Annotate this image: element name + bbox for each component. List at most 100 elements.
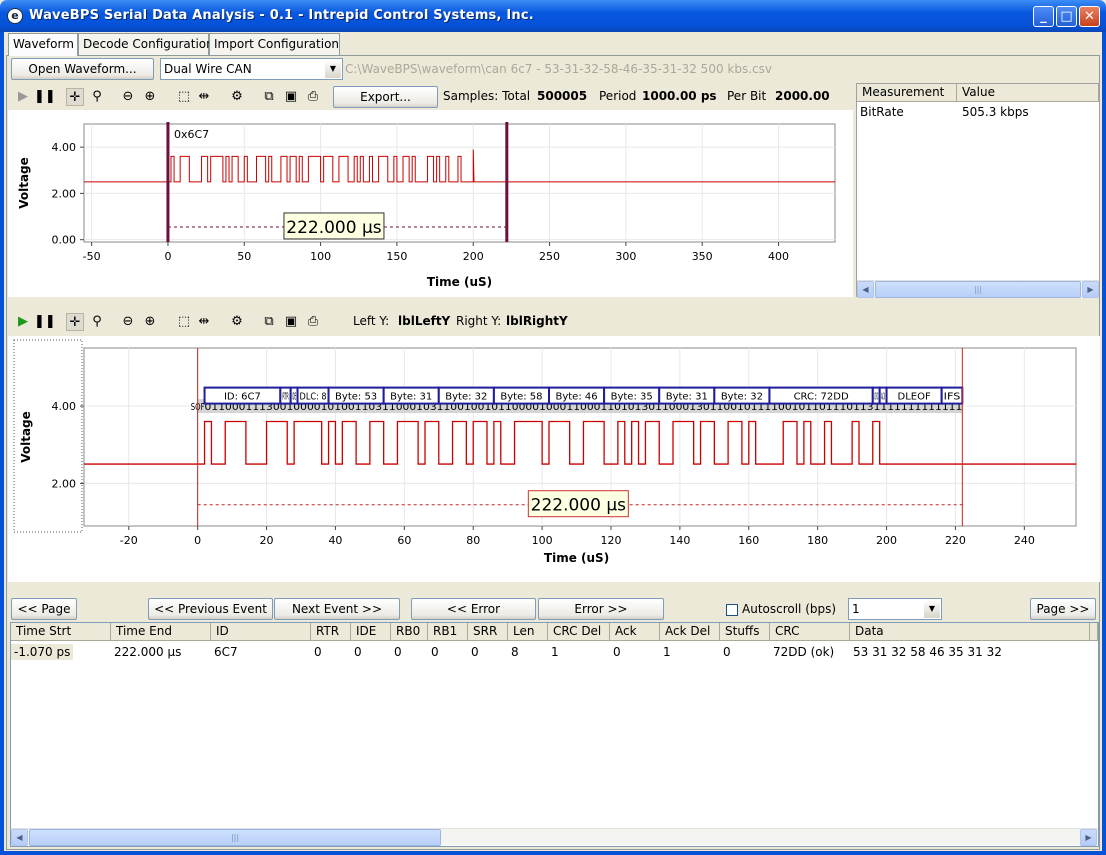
print-icon[interactable]: ⎙: [304, 313, 322, 331]
y-tick-label: 2.00: [52, 187, 77, 200]
scroll-left-icon[interactable]: ◀: [11, 829, 28, 846]
tab-waveform[interactable]: Waveform: [8, 33, 78, 56]
page-prev-button[interactable]: << Page: [11, 598, 77, 620]
column-header[interactable]: RB0: [391, 623, 428, 641]
page-next-button[interactable]: Page >>: [1030, 598, 1096, 620]
column-header[interactable]: CRC Del: [548, 623, 610, 641]
x-tick-label: 50: [237, 250, 251, 263]
properties-icon[interactable]: ⚙: [228, 88, 246, 106]
copy-icon[interactable]: ⧉: [260, 313, 278, 331]
tab-import-configuration[interactable]: Import Configuration: [209, 33, 340, 55]
period-value: 1000.00 ps: [642, 89, 717, 103]
zoom-in-icon[interactable]: ⊕: [141, 313, 159, 331]
column-header[interactable]: Data: [850, 623, 1090, 641]
x-tick-label: 80: [466, 534, 480, 547]
scroll-left-icon[interactable]: ◀: [857, 281, 874, 298]
autoscroll-select-value: 1: [852, 602, 860, 616]
minimize-button[interactable]: _: [1033, 6, 1054, 27]
save-icon[interactable]: ▣: [282, 313, 300, 331]
pause-icon[interactable]: ❚❚: [34, 313, 56, 331]
column-header[interactable]: Time End: [111, 623, 211, 641]
select-box-icon[interactable]: ⬚: [175, 88, 193, 106]
table-cell: 6C7: [214, 645, 238, 659]
error-prev-button[interactable]: << Error: [411, 598, 536, 620]
overview-chart-svg[interactable]: -50 0 50 100 150 200 250 300 350 400 0.00 2.00 4.00 V…: [8, 110, 853, 297]
table-cell: 0: [431, 645, 439, 659]
prev-event-button[interactable]: << Previous Event: [148, 598, 273, 620]
scroll-right-icon[interactable]: ▶: [1080, 829, 1097, 846]
scroll-thumb[interactable]: |||: [875, 281, 1081, 298]
error-next-button[interactable]: Error >>: [538, 598, 664, 620]
scroll-thumb[interactable]: |||: [29, 829, 441, 846]
table-cell: 0: [354, 645, 362, 659]
zoom-region-icon[interactable]: ⚲: [88, 88, 106, 106]
table-row[interactable]: -1.070 ps 222.000 µs 6C7 0 0 0 0 0 8 1 0 1 0 72DD (ok…: [11, 643, 1098, 661]
pause-icon[interactable]: ❚❚: [34, 88, 56, 106]
zoom-in-icon[interactable]: ⊕: [141, 88, 159, 106]
protocol-select[interactable]: Dual Wire CAN ▼: [160, 58, 343, 80]
pan-icon[interactable]: ✛: [66, 88, 84, 106]
measurement-header[interactable]: Measurement: [857, 84, 957, 102]
column-header[interactable]: CRC: [770, 623, 850, 641]
open-waveform-button[interactable]: Open Waveform...: [11, 58, 154, 80]
cursor-icon[interactable]: ⇹: [195, 88, 213, 106]
x-tick-label: 400: [768, 250, 789, 263]
tab-decode-configuration[interactable]: Decode Configuration: [78, 33, 214, 55]
pan-icon[interactable]: ✛: [66, 313, 84, 331]
overview-chart[interactable]: -50 0 50 100 150 200 250 300 350 400 0.00 2.00 4.00 V…: [8, 110, 853, 297]
protocol-select-value: Dual Wire CAN: [164, 62, 252, 76]
x-tick-label: 200: [876, 534, 897, 547]
scroll-right-icon[interactable]: ▶: [1082, 281, 1099, 298]
chevron-down-icon[interactable]: ▼: [325, 60, 341, 78]
column-header[interactable]: Time Strt: [11, 623, 111, 641]
value-header[interactable]: Value: [957, 84, 1099, 102]
autoscroll-checkbox[interactable]: Autoscroll (bps): [726, 602, 836, 616]
samples-label: Samples: Total: [443, 89, 531, 103]
zoom-out-icon[interactable]: ⊖: [119, 88, 137, 106]
table-cell: 1: [663, 645, 671, 659]
column-header[interactable]: Stuffs: [720, 623, 770, 641]
play-icon[interactable]: ▶: [14, 313, 32, 331]
copy-icon[interactable]: ⧉: [260, 88, 278, 106]
close-button[interactable]: ✕: [1079, 6, 1100, 27]
chevron-down-icon[interactable]: ▼: [924, 600, 940, 618]
properties-icon[interactable]: ⚙: [228, 313, 246, 331]
righty-value: lblRightY: [506, 314, 568, 328]
column-header[interactable]: Ack: [610, 623, 660, 641]
maximize-button[interactable]: □: [1056, 6, 1077, 27]
print-icon[interactable]: ⎙: [304, 88, 322, 106]
y-axis-title: Voltage: [17, 157, 31, 209]
column-header[interactable]: Len: [508, 623, 548, 641]
events-scrollbar[interactable]: ◀ ||| ▶: [11, 828, 1098, 846]
export-button[interactable]: Export...: [333, 86, 438, 108]
next-event-button[interactable]: Next Event >>: [274, 598, 400, 620]
decode-chart[interactable]: -20 0 20 40 60 80 100 120 140 160 180 200 220 240 2.00…: [8, 336, 1100, 582]
table-cell: 53 31 32 58 46 35 31 32: [853, 645, 1002, 659]
measurements-scrollbar[interactable]: ◀ ||| ▶: [857, 280, 1099, 298]
zoom-region-icon[interactable]: ⚲: [88, 313, 106, 331]
zoom-out-icon[interactable]: ⊖: [119, 313, 137, 331]
decode-field-label: RTR: [282, 392, 288, 403]
cursor-icon[interactable]: ⇹: [195, 313, 213, 331]
column-header[interactable]: IDE: [351, 623, 391, 641]
measurement-value: 505.3 kbps: [962, 105, 1029, 119]
x-tick-label: 150: [386, 250, 407, 263]
decode-field-label: IFS: [944, 392, 961, 403]
play-icon[interactable]: ▶: [14, 88, 32, 106]
column-header[interactable]: SRR: [468, 623, 508, 641]
column-header[interactable]: RB1: [428, 623, 468, 641]
decode-chart-svg[interactable]: -20 0 20 40 60 80 100 120 140 160 180 200 220 240 2.00…: [8, 336, 1100, 582]
column-header[interactable]: RTR: [311, 623, 351, 641]
x-tick-label: 0: [164, 250, 171, 263]
select-box-icon[interactable]: ⬚: [175, 313, 193, 331]
decode-field-label: Byte: 46: [555, 392, 597, 403]
save-icon[interactable]: ▣: [282, 88, 300, 106]
checkbox-icon[interactable]: [726, 603, 738, 616]
app-icon: e: [7, 8, 23, 24]
decode-field-label: DLC: 8: [300, 392, 327, 403]
column-header[interactable]: Ack Del: [660, 623, 720, 641]
autoscroll-select[interactable]: 1 ▼: [848, 598, 942, 620]
column-header[interactable]: ID: [211, 623, 311, 641]
decode-field-label: DLEOF: [898, 392, 931, 403]
x-tick-label: 240: [1014, 534, 1035, 547]
